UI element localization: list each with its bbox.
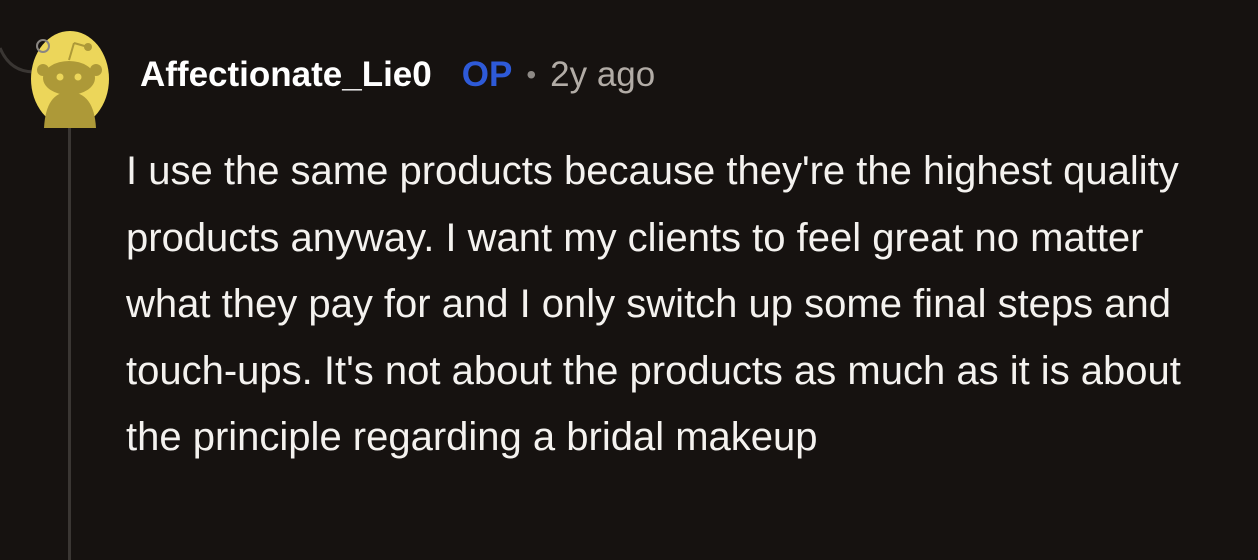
author-username[interactable]: Affectionate_Lie0 — [140, 55, 432, 95]
comment-meta-row: Affectionate_Lie0 OP • 2y ago — [140, 50, 655, 100]
thread-line[interactable] — [68, 128, 71, 560]
op-badge: OP — [461, 55, 513, 94]
comment-timestamp[interactable]: 2y ago — [550, 55, 655, 95]
comment-body: I use the same products because they're … — [126, 149, 1181, 459]
comment-container: Affectionate_Lie0 OP • 2y ago I use the … — [0, 0, 1258, 560]
reddit-snoo-avatar-icon[interactable] — [30, 30, 110, 128]
meta-separator: • — [526, 59, 537, 90]
